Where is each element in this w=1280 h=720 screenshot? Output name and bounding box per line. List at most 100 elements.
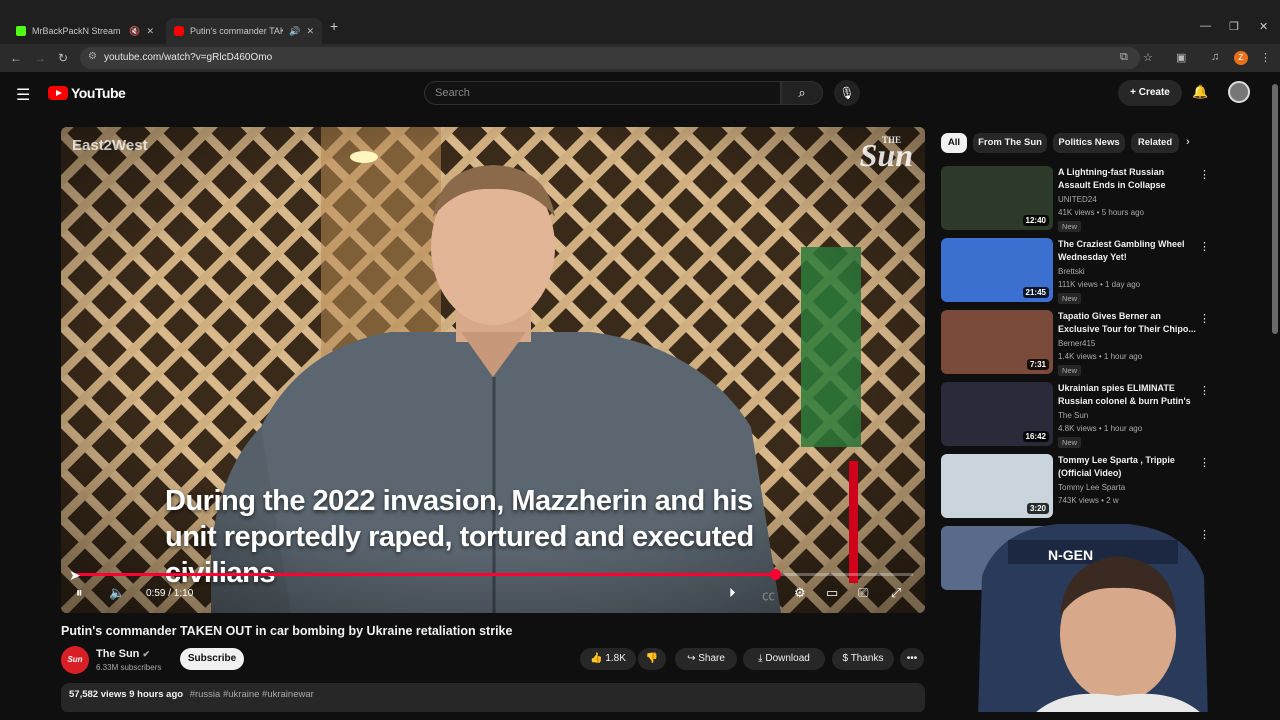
notifications-bell-icon[interactable]: 🔔 [1192, 84, 1208, 100]
download-button[interactable]: ⤓ Download [743, 648, 825, 670]
duration-badge: 16:42 [1022, 431, 1049, 442]
volume-icon[interactable]: 🔈 [109, 585, 125, 601]
watermark-the: THE [881, 135, 901, 145]
new-badge: New [1058, 437, 1082, 448]
channel-name-text: The Sun [96, 648, 140, 660]
microphone-icon: 🎙 [839, 86, 855, 100]
search-input[interactable]: Search [424, 81, 781, 105]
video-thumbnail[interactable]: 21:45 [941, 238, 1053, 302]
recommended-channel[interactable]: The Sun [1058, 411, 1088, 420]
restore-icon[interactable]: ❐ [1229, 20, 1239, 33]
like-count: 1.8K [605, 653, 626, 664]
description-box[interactable]: 57,582 views 9 hours ago #russia #ukrain… [61, 683, 925, 713]
fullscreen-icon[interactable]: ⤢ [891, 585, 901, 601]
chip-related[interactable]: Related [1131, 133, 1179, 153]
chip-all[interactable]: All [941, 133, 967, 153]
thanks-button[interactable]: $ Thanks [832, 648, 894, 670]
captions-icon[interactable]: ㏄ [762, 585, 775, 604]
video-thumbnail[interactable]: 7:31 [941, 310, 1053, 374]
duration-badge: 21:45 [1022, 287, 1049, 298]
duration-badge: 12:40 [1022, 215, 1049, 226]
recommended-channel[interactable]: Berner415 [1058, 339, 1095, 348]
hashtags[interactable]: #russia #ukraine #ukrainewar [190, 689, 314, 700]
video-thumbnail[interactable]: 3:20 [941, 454, 1053, 518]
like-button[interactable]: 👍 1.8K [580, 648, 636, 670]
video-thumbnail[interactable]: 16:42 [941, 382, 1053, 446]
account-avatar[interactable] [1228, 81, 1250, 103]
chevron-right-icon[interactable]: › [1186, 136, 1190, 148]
hamburger-menu-icon[interactable]: ☰ [16, 85, 30, 105]
video-player[interactable]: East2West THE Sun During the 2022 invasi… [61, 127, 925, 613]
new-tab-plus-icon[interactable]: + [330, 18, 338, 34]
minimize-icon[interactable]: — [1200, 20, 1211, 32]
more-vert-icon[interactable]: ⋮ [1199, 168, 1210, 181]
extension-icon[interactable]: ▣ [1176, 51, 1186, 64]
more-vert-icon[interactable]: ⋮ [1199, 456, 1210, 469]
miniplayer-icon[interactable]: ▭ [826, 585, 838, 601]
more-actions-button[interactable]: ••• [900, 648, 924, 670]
create-button[interactable]: + Create [1118, 80, 1182, 106]
recommended-video[interactable]: 21:45 The Craziest Gambling Wheel Wednesd… [941, 238, 1213, 304]
youtube-logo[interactable]: YouTube [48, 85, 126, 101]
close-tab-icon[interactable]: ✕ [146, 26, 154, 37]
dislike-button[interactable]: 👎 [638, 648, 666, 670]
recommended-meta: 1.4K views • 1 hour ago [1058, 352, 1143, 361]
recommended-video[interactable]: 16:42 Ukrainian spies ELIMINATE Russian c… [941, 382, 1213, 448]
thumbs-up-icon: 👍 [590, 653, 606, 664]
autoplay-toggle-icon[interactable]: ⏵ [729, 585, 736, 601]
streamer-webcam-overlay: N-GEN [978, 524, 1208, 720]
site-info-icon[interactable]: ⚙ [88, 51, 97, 62]
forward-icon[interactable]: → [34, 51, 46, 65]
close-tab-icon[interactable]: ✕ [306, 26, 314, 37]
recommended-channel[interactable]: Tommy Lee Sparta [1058, 483, 1125, 492]
pause-button[interactable]: ⏸ [76, 585, 83, 601]
recommended-video[interactable]: 7:31 Tapatio Gives Berner an Exclusive To… [941, 310, 1213, 376]
more-vert-icon[interactable]: ⋮ [1199, 312, 1210, 325]
page-scrollbar[interactable] [1270, 72, 1280, 712]
close-window-icon[interactable]: ✕ [1259, 20, 1268, 33]
chip-politics-news[interactable]: Politics News [1053, 133, 1125, 153]
plus-icon: + [1130, 87, 1139, 98]
back-icon[interactable]: ← [10, 51, 22, 65]
recommended-channel[interactable]: UNITED24 [1058, 195, 1097, 204]
more-horizontal-icon: ••• [906, 653, 918, 664]
scrollbar-thumb[interactable] [1272, 84, 1278, 334]
cast-icon[interactable]: ⎚ [858, 585, 868, 601]
bookmark-star-icon[interactable]: ☆ [1143, 51, 1153, 64]
recommended-title[interactable]: A Lightning-fast Russian Assault Ends in… [1058, 166, 1198, 192]
more-vert-icon[interactable]: ⋮ [1199, 384, 1210, 397]
recommended-channel[interactable]: Brettski [1058, 267, 1085, 276]
mute-icon[interactable]: 🔇 [129, 26, 140, 37]
browser-menu-icon[interactable]: ⋮ [1260, 51, 1271, 64]
recommended-title[interactable]: Tapatio Gives Berner an Exclusive Tour f… [1058, 310, 1198, 336]
video-thumbnail[interactable]: 12:40 [941, 166, 1053, 230]
search-icon: ⌕ [798, 85, 806, 100]
browser-profile-avatar[interactable]: Z [1234, 51, 1248, 65]
tab-mrbackpackn[interactable]: MrBackPackN Stream - Wa 🔇 ✕ [8, 18, 162, 44]
search-button[interactable]: ⌕ [781, 81, 823, 105]
more-vert-icon[interactable]: ⋮ [1199, 240, 1210, 253]
share-button[interactable]: ↪ Share [675, 648, 737, 670]
audio-playing-icon[interactable]: 🔊 [289, 26, 300, 37]
channel-name[interactable]: The Sun ✔ [96, 648, 150, 660]
install-app-icon[interactable]: ⧉ [1120, 51, 1128, 64]
tab-putins-commander[interactable]: Putin's commander TAKEN 🔊 ✕ [166, 18, 322, 44]
subscribe-button[interactable]: Subscribe [180, 648, 244, 670]
voice-search-button[interactable]: 🎙 [834, 80, 860, 106]
channel-avatar[interactable]: Sun [61, 646, 89, 674]
duration-badge: 3:20 [1026, 503, 1049, 514]
media-control-icon[interactable]: ♫ [1211, 51, 1219, 63]
recommended-title[interactable]: Tommy Lee Sparta , Trippie (Official Vid… [1058, 454, 1198, 480]
recommended-video[interactable]: 12:40 A Lightning-fast Russian Assault En… [941, 166, 1213, 232]
reload-icon[interactable]: ↻ [58, 51, 68, 65]
recommended-video[interactable]: 3:20 Tommy Lee Sparta , Trippie (Official… [941, 454, 1213, 520]
recommended-title[interactable]: Ukrainian spies ELIMINATE Russian colone… [1058, 382, 1198, 408]
progress-bar[interactable] [73, 569, 913, 580]
settings-gear-icon[interactable]: ⚙ [794, 585, 806, 601]
url-field[interactable]: ⚙ youtube.com/watch?v=gRlcD460Omo [80, 47, 1140, 69]
share-icon: ↪ [687, 653, 699, 664]
chip-from-the-sun[interactable]: From The Sun [973, 133, 1047, 153]
create-label: Create [1138, 87, 1170, 98]
youtube-favicon-icon [174, 26, 184, 36]
recommended-title[interactable]: The Craziest Gambling Wheel Wednesday Ye… [1058, 238, 1198, 264]
